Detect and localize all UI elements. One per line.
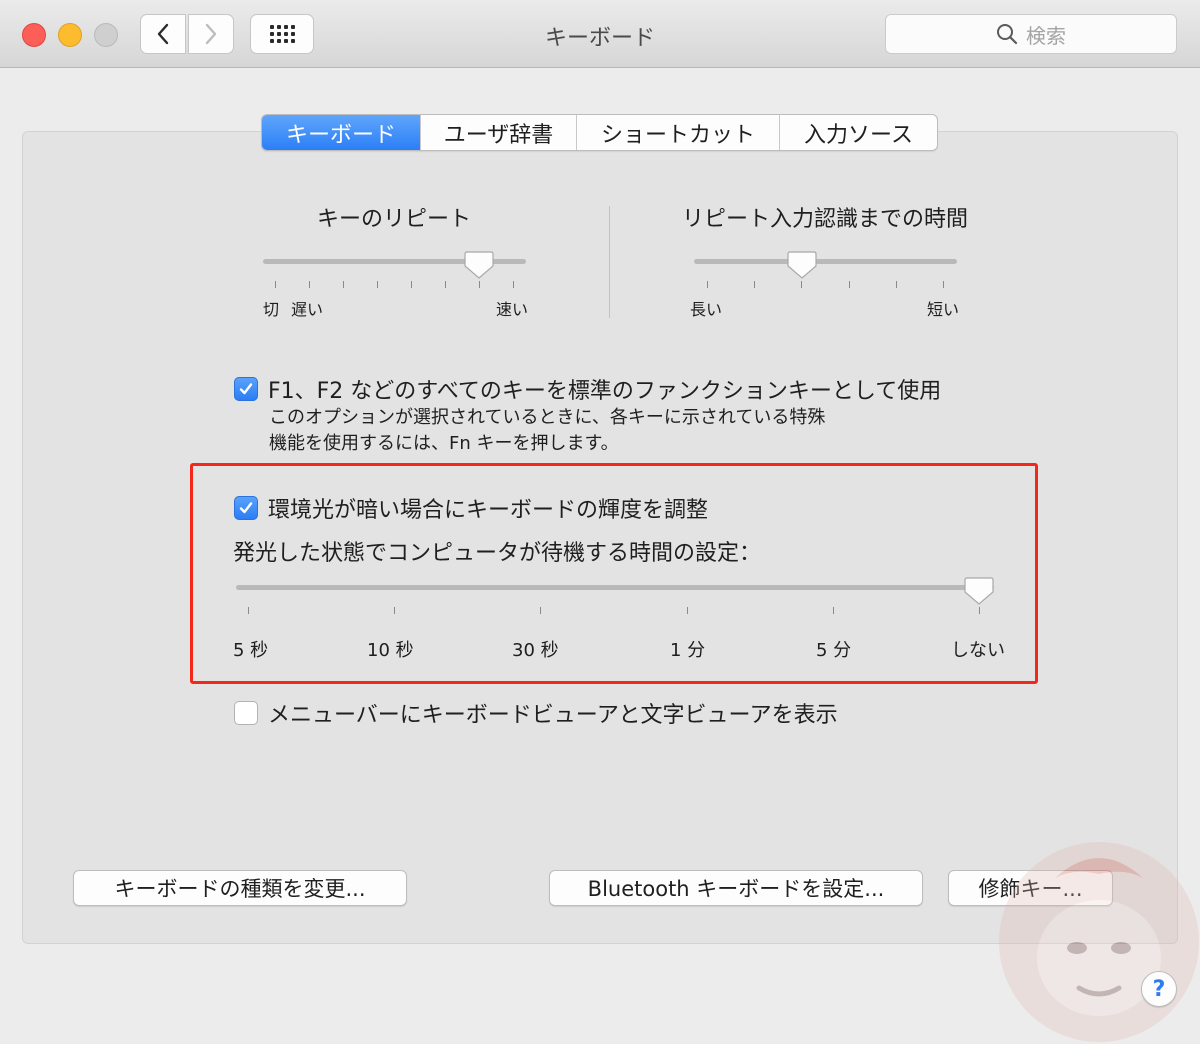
show-viewer-label: メニューバーにキーボードビューアと文字ビューアを表示 — [268, 703, 838, 728]
tick — [394, 607, 395, 614]
function-keys-description: このオプションが選択されているときに、各キーに示されている特殊 — [269, 407, 826, 428]
timeout-tick-label: 10 秒 — [367, 640, 414, 661]
backlight-timeout-label: 発光した状態でコンピュータが待機する時間の設定： — [233, 541, 762, 566]
function-keys-label: F1、F2 などのすべてのキーを標準のファンクションキーとして使用 — [268, 379, 942, 404]
tick — [445, 281, 446, 288]
timeout-tick-label: しない — [951, 640, 1005, 661]
tick — [411, 281, 412, 288]
function-keys-description: 機能を使用するには、Fn キーを押します。 — [269, 433, 619, 454]
show-viewer-checkbox[interactable] — [234, 701, 258, 725]
tick — [540, 607, 541, 614]
tick — [377, 281, 378, 288]
search-icon — [997, 24, 1018, 45]
key-repeat-slow-label: 遅い — [291, 300, 324, 319]
backlight-label: 環境光が暗い場合にキーボードの輝度を調整 — [268, 498, 709, 523]
function-keys-checkbox[interactable] — [234, 377, 258, 401]
tab-user-dictionary[interactable]: ユーザ辞書 — [420, 115, 576, 150]
tick — [707, 281, 708, 288]
function-keys-option[interactable]: F1、F2 などのすべてのキーを標準のファンクションキーとして使用 — [234, 373, 941, 405]
delay-short-label: 短い — [927, 300, 960, 319]
tick — [849, 281, 850, 288]
search-field[interactable]: 検索 — [885, 14, 1177, 54]
backlight-timeout-slider[interactable] — [236, 585, 994, 590]
key-repeat-fast-label: 速い — [496, 300, 529, 319]
tick — [754, 281, 755, 288]
help-button[interactable]: ? — [1141, 971, 1177, 1007]
tick — [248, 607, 249, 614]
checkmark-icon — [239, 502, 253, 514]
show-viewer-option[interactable]: メニューバーにキーボードビューアと文字ビューアを表示 — [234, 697, 838, 729]
tick — [275, 281, 276, 288]
divider — [609, 206, 610, 318]
backlight-timeout-thumb[interactable] — [964, 576, 994, 606]
tab-keyboard[interactable]: キーボード — [262, 115, 420, 150]
tab-input-sources[interactable]: 入力ソース — [779, 115, 937, 150]
delay-until-repeat-slider[interactable] — [694, 259, 957, 264]
tab-bar: キーボード ユーザ辞書 ショートカット 入力ソース — [261, 114, 938, 151]
timeout-tick-label: 5 分 — [816, 640, 852, 661]
tick — [896, 281, 897, 288]
tick — [833, 607, 834, 614]
delay-until-repeat-thumb[interactable] — [787, 250, 817, 280]
tick — [309, 281, 310, 288]
key-repeat-thumb[interactable] — [464, 250, 494, 280]
key-repeat-title: キーのリピート — [316, 207, 471, 232]
checkmark-icon — [239, 383, 253, 395]
timeout-tick-label: 1 分 — [670, 640, 706, 661]
tick — [343, 281, 344, 288]
tick — [943, 281, 944, 288]
timeout-tick-label: 5 秒 — [233, 640, 269, 661]
change-keyboard-type-button[interactable]: キーボードの種類を変更... — [73, 870, 407, 906]
delay-until-repeat-title: リピート入力認識までの時間 — [681, 207, 968, 232]
tab-shortcuts[interactable]: ショートカット — [576, 115, 779, 150]
backlight-option[interactable]: 環境光が暗い場合にキーボードの輝度を調整 — [234, 492, 708, 524]
setup-bluetooth-keyboard-button[interactable]: Bluetooth キーボードを設定... — [549, 870, 923, 906]
tick — [687, 607, 688, 614]
delay-long-label: 長い — [690, 300, 723, 319]
title-bar: キーボード 検索 — [0, 0, 1200, 68]
search-placeholder: 検索 — [1026, 23, 1066, 48]
backlight-checkbox[interactable] — [234, 496, 258, 520]
tick — [513, 281, 514, 288]
tick — [801, 281, 802, 288]
tick — [979, 607, 980, 614]
monkey-logo-watermark — [999, 842, 1199, 1042]
key-repeat-off-label: 切 — [263, 300, 280, 319]
tick — [479, 281, 480, 288]
timeout-tick-label: 30 秒 — [512, 640, 559, 661]
